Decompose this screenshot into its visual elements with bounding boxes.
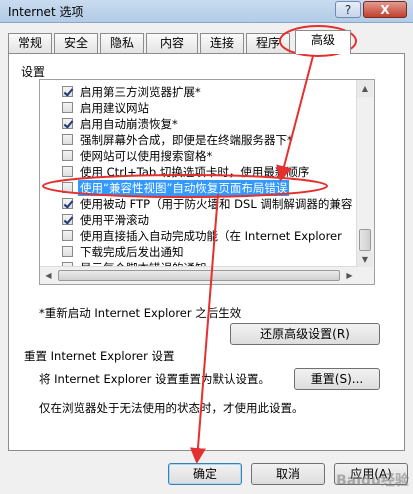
checkbox[interactable]	[62, 182, 73, 193]
reset-section-title: 重置 Internet Explorer 设置	[24, 349, 175, 363]
scroll-up-arrow-icon[interactable]: ▲	[357, 80, 373, 97]
list-item-selected[interactable]: 使用“兼容性视图”自动恢复页面布局错误	[40, 180, 368, 196]
list-item-label: 下载完成后发出通知	[80, 245, 184, 259]
list-item-label: 使用直接插入自动完成功能（在 Internet Explorer	[80, 229, 342, 243]
scroll-corner	[357, 267, 374, 284]
list-item-label: 启用建议网站	[80, 101, 149, 115]
list-item[interactable]: 使网站可以使用搜索窗格*	[40, 148, 368, 164]
tab-advanced[interactable]: 高级	[295, 30, 351, 54]
checkbox[interactable]	[62, 86, 73, 97]
restart-note: *重新启动 Internet Explorer 之后生效	[39, 306, 242, 320]
tab-bar: 常规 安全 隐私 内容 连接 程序 高级	[8, 30, 408, 54]
scroll-left-arrow-icon[interactable]: ◀	[40, 267, 57, 284]
watermark: Baidu经验	[336, 473, 409, 489]
list-item-label: 启用自动崩溃恢复*	[80, 117, 178, 131]
ok-button[interactable]: 确定	[168, 463, 242, 485]
tab-privacy[interactable]: 隐私	[100, 33, 144, 53]
list-item-label: 使网站可以使用搜索窗格*	[80, 149, 213, 163]
checkbox[interactable]	[62, 102, 73, 113]
scroll-down-arrow-icon[interactable]: ▼	[357, 251, 373, 268]
list-item[interactable]: 强制屏幕外合成，即便是在终端服务器下*	[40, 132, 368, 148]
list-item-label: 使用被动 FTP（用于防火墙和 DSL 调制解调器的兼容	[80, 197, 353, 211]
reset-description: 将 Internet Explorer 设置重置为默认设置。	[39, 372, 271, 386]
horizontal-scrollbar[interactable]: ◀ ▶	[40, 266, 358, 284]
list-item[interactable]: 启用建议网站	[40, 100, 368, 116]
checkbox[interactable]	[62, 198, 73, 209]
cancel-button[interactable]: 取消	[251, 463, 325, 485]
close-button[interactable]: X	[363, 1, 407, 18]
list-item-label: 强制屏幕外合成，即便是在终端服务器下*	[80, 133, 293, 147]
list-item[interactable]: 使用直接插入自动完成功能（在 Internet Explorer	[40, 228, 368, 244]
list-item[interactable]: 使用 Ctrl+Tab 切换选项卡时，使用最新顺序	[40, 164, 368, 180]
tab-content[interactable]: 内容	[146, 33, 198, 53]
list-item[interactable]: 使用被动 FTP（用于防火墙和 DSL 调制解调器的兼容	[40, 196, 368, 212]
list-item-label: 使用 Ctrl+Tab 切换选项卡时，使用最新顺序	[80, 165, 310, 179]
scroll-thumb[interactable]	[359, 229, 371, 251]
title-bar: Internet 选项 ? X	[0, 0, 413, 23]
list-item[interactable]: 启用自动崩溃恢复*	[40, 116, 368, 132]
list-item-label: 使用平滑滚动	[80, 213, 149, 227]
checkbox[interactable]	[62, 134, 73, 145]
tab-programs[interactable]: 程序	[246, 33, 290, 53]
window-title: Internet 选项	[8, 5, 84, 19]
tab-connections[interactable]: 连接	[200, 33, 244, 53]
scroll-thumb[interactable]	[58, 270, 340, 281]
list-item[interactable]: 下载完成后发出通知	[40, 244, 368, 260]
checkbox[interactable]	[62, 150, 73, 161]
checkbox[interactable]	[62, 118, 73, 129]
settings-list[interactable]: 启用第三方浏览器扩展* 启用建议网站 启用自动崩溃恢复* 强制屏幕外合成，即便是…	[39, 79, 375, 285]
help-button[interactable]: ?	[335, 1, 361, 18]
vertical-scrollbar[interactable]: ▲ ▼	[356, 80, 374, 268]
settings-group-label: 设置	[21, 65, 46, 79]
reset-button[interactable]: 重置(S)...	[294, 368, 380, 390]
restore-advanced-settings-button[interactable]: 还原高级设置(R)	[230, 323, 380, 345]
checkbox[interactable]	[62, 166, 73, 177]
checkbox[interactable]	[62, 214, 73, 225]
list-item-label: 启用第三方浏览器扩展*	[80, 85, 201, 99]
checkbox[interactable]	[62, 246, 73, 257]
tab-security[interactable]: 安全	[54, 33, 98, 53]
reset-warning: 仅在浏览器处于无法使用的状态时，才使用此设置。	[39, 401, 304, 415]
list-item[interactable]: 使用平滑滚动	[40, 212, 368, 228]
tab-general[interactable]: 常规	[8, 33, 52, 53]
list-item[interactable]: 启用第三方浏览器扩展*	[40, 84, 368, 100]
list-item-label: 使用“兼容性视图”自动恢复页面布局错误	[78, 180, 290, 196]
checkbox[interactable]	[62, 230, 73, 241]
scroll-right-arrow-icon[interactable]: ▶	[341, 267, 358, 284]
